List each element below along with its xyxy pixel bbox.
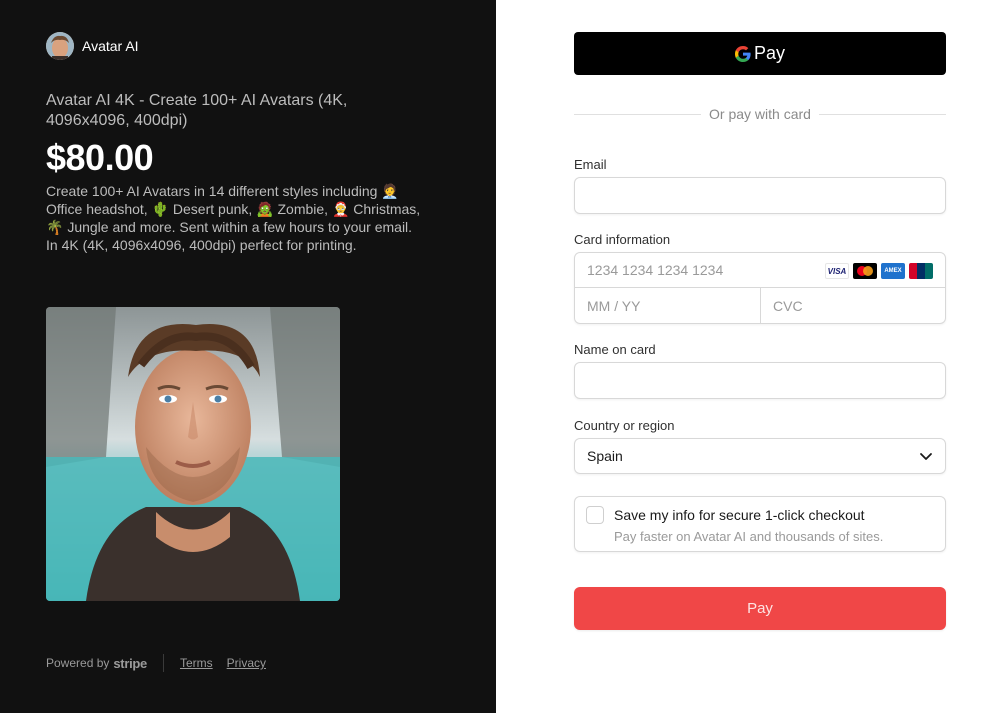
google-g-icon bbox=[734, 45, 753, 62]
save-info-box: Save my info for secure 1-click checkout… bbox=[574, 496, 946, 552]
privacy-link[interactable]: Privacy bbox=[227, 656, 266, 670]
card-expiry-wrapper bbox=[575, 288, 761, 323]
name-on-card-input[interactable] bbox=[575, 363, 945, 398]
save-info-title: Save my info for secure 1-click checkout bbox=[614, 507, 865, 523]
card-information-label: Card information bbox=[574, 232, 671, 247]
product-name: Avatar AI 4K - Create 100+ AI Avatars (4… bbox=[46, 92, 348, 129]
save-info-subtitle: Pay faster on Avatar AI and thousands of… bbox=[614, 529, 884, 544]
product-description: Create 100+ AI Avatars in 14 different s… bbox=[46, 183, 421, 253]
visa-icon: VISA bbox=[825, 263, 849, 279]
country-select[interactable]: Spain bbox=[574, 438, 946, 474]
footer-separator bbox=[162, 654, 164, 672]
unionpay-icon bbox=[909, 263, 933, 279]
powered-by-label: Powered by bbox=[46, 656, 110, 670]
pay-with-card-divider: Or pay with card bbox=[574, 106, 946, 122]
email-field[interactable] bbox=[575, 178, 945, 213]
divider-text: Or pay with card bbox=[709, 106, 811, 122]
country-label: Country or region bbox=[574, 418, 675, 433]
divider-line bbox=[818, 113, 946, 115]
pay-button[interactable]: Pay bbox=[574, 587, 946, 630]
google-pay-label: Pay bbox=[753, 43, 786, 63]
google-pay-button[interactable]: Pay bbox=[574, 32, 946, 75]
email-field-wrapper bbox=[574, 177, 946, 214]
brand-name: Avatar AI bbox=[82, 38, 139, 54]
product-summary-panel: Avatar AI Avatar AI 4K - Create 100+ AI … bbox=[0, 0, 496, 713]
save-info-checkbox[interactable] bbox=[586, 506, 604, 524]
name-on-card-label: Name on card bbox=[574, 342, 656, 357]
card-cvc-wrapper bbox=[761, 288, 945, 323]
card-number-wrapper: VISA AMEX bbox=[575, 253, 945, 288]
card-expiry-input[interactable] bbox=[575, 288, 760, 323]
mastercard-icon bbox=[853, 263, 877, 279]
email-label: Email bbox=[574, 157, 607, 172]
stripe-logo[interactable]: stripe bbox=[113, 656, 147, 671]
brand-avatar bbox=[46, 32, 74, 60]
card-information-group: VISA AMEX bbox=[574, 252, 946, 324]
card-brand-icons: VISA AMEX bbox=[825, 263, 933, 279]
amex-icon: AMEX bbox=[881, 263, 905, 279]
brand-header[interactable]: Avatar AI bbox=[46, 32, 139, 60]
terms-link[interactable]: Terms bbox=[180, 656, 213, 670]
name-on-card-wrapper bbox=[574, 362, 946, 399]
card-cvc-input[interactable] bbox=[761, 288, 945, 323]
product-price: $80.00 bbox=[46, 137, 154, 178]
product-image bbox=[46, 307, 340, 601]
country-selected-value: Spain bbox=[587, 448, 623, 464]
payment-panel: Pay Or pay with card Email Card informat… bbox=[496, 0, 1000, 713]
chevron-down-icon bbox=[920, 453, 932, 460]
checkout-footer: Powered by stripe Terms Privacy bbox=[46, 654, 280, 672]
divider-line bbox=[574, 113, 702, 115]
